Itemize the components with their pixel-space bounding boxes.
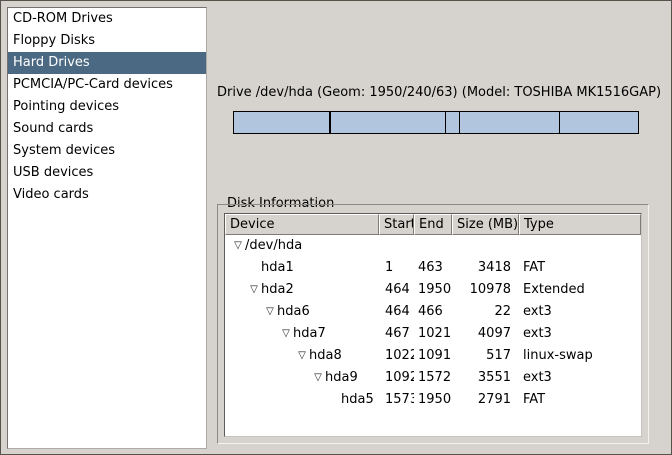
sidebar-item-system-devices[interactable]: System devices — [8, 140, 206, 162]
column-header-size[interactable]: Size (MB) — [452, 214, 519, 235]
column-header-start[interactable]: Start — [379, 214, 414, 235]
end-cell: 1950 — [414, 389, 452, 411]
drive-title: Drive /dev/hda (Geom: 1950/240/63) (Mode… — [217, 85, 649, 100]
end-cell: 1091 — [414, 345, 452, 367]
sidebar-item-hard-drives[interactable]: Hard Drives — [8, 52, 206, 74]
start-cell: 1573 — [379, 389, 414, 411]
device-cell: ▽hda2 — [225, 279, 379, 301]
device-label: hda8 — [309, 345, 342, 367]
column-header-end[interactable]: End — [414, 214, 452, 235]
end-cell: 466 — [414, 301, 452, 323]
sidebar-item-pcmcia-devices[interactable]: PCMCIA/PC-Card devices — [8, 74, 206, 96]
table-row[interactable]: ▽hda7 467 1021 4097 ext3 — [225, 323, 641, 345]
table-row[interactable]: hda1 1 463 3418 FAT — [225, 257, 641, 279]
device-label: hda1 — [261, 257, 294, 279]
size-cell: 10978 — [452, 279, 519, 301]
device-label: /dev/hda — [245, 235, 302, 257]
end-cell: 1572 — [414, 367, 452, 389]
partition-segment-hda5 — [560, 112, 638, 133]
device-label: hda6 — [277, 301, 310, 323]
expander-icon[interactable]: ▽ — [311, 367, 325, 389]
type-cell: linux-swap — [519, 345, 641, 367]
sidebar-item-floppy-disks[interactable]: Floppy Disks — [8, 30, 206, 52]
expander-icon[interactable]: ▽ — [247, 279, 261, 301]
device-cell: ▽hda7 — [225, 323, 379, 345]
size-cell: 4097 — [452, 323, 519, 345]
size-cell: 517 — [452, 345, 519, 367]
end-cell — [414, 235, 452, 257]
device-cell: ▽hda9 — [225, 367, 379, 389]
device-category-list: CD-ROM Drives Floppy Disks Hard Drives P… — [7, 7, 207, 449]
sidebar-item-sound-cards[interactable]: Sound cards — [8, 118, 206, 140]
device-cell: hda5 — [225, 389, 379, 411]
device-label: hda9 — [325, 367, 358, 389]
start-cell: 1022 — [379, 345, 414, 367]
sidebar-item-video-cards[interactable]: Video cards — [8, 184, 206, 206]
start-cell: 1 — [379, 257, 414, 279]
size-cell: 2791 — [452, 389, 519, 411]
expander-icon[interactable]: ▽ — [295, 345, 309, 367]
end-cell: 1021 — [414, 323, 452, 345]
device-label: hda7 — [293, 323, 326, 345]
table-row[interactable]: ▽hda9 1092 1572 3551 ext3 — [225, 367, 641, 389]
sidebar-item-usb-devices[interactable]: USB devices — [8, 162, 206, 184]
end-cell: 1950 — [414, 279, 452, 301]
size-cell — [452, 235, 519, 257]
size-cell: 3418 — [452, 257, 519, 279]
device-cell: hda1 — [225, 257, 379, 279]
start-cell: 467 — [379, 323, 414, 345]
table-row[interactable]: ▽hda8 1022 1091 517 linux-swap — [225, 345, 641, 367]
device-label: hda5 — [341, 389, 374, 411]
device-label: hda2 — [261, 279, 294, 301]
size-cell: 3551 — [452, 367, 519, 389]
column-header-type[interactable]: Type — [519, 214, 641, 235]
type-cell: FAT — [519, 257, 641, 279]
start-cell: 1092 — [379, 367, 414, 389]
table-row[interactable]: ▽/dev/hda — [225, 235, 641, 257]
table-header: Device Start End Size (MB) Type — [225, 214, 641, 235]
partition-segment-hda9 — [460, 112, 560, 133]
start-cell: 464 — [379, 279, 414, 301]
device-cell: ▽hda6 — [225, 301, 379, 323]
partition-segment-hda8 — [446, 112, 460, 133]
column-header-device[interactable]: Device — [225, 214, 379, 235]
table-row[interactable]: ▽hda6 464 466 22 ext3 — [225, 301, 641, 323]
type-cell: FAT — [519, 389, 641, 411]
device-cell: ▽/dev/hda — [225, 235, 379, 257]
end-cell: 463 — [414, 257, 452, 279]
partition-segment-hda1 — [234, 112, 330, 133]
sidebar-item-cdrom-drives[interactable]: CD-ROM Drives — [8, 8, 206, 30]
type-cell: ext3 — [519, 301, 641, 323]
type-cell: ext3 — [519, 367, 641, 389]
start-cell: 464 — [379, 301, 414, 323]
type-cell: ext3 — [519, 323, 641, 345]
size-cell: 22 — [452, 301, 519, 323]
partition-table: Device Start End Size (MB) Type ▽/dev/hd… — [224, 213, 642, 437]
expander-icon[interactable]: ▽ — [263, 301, 277, 323]
sidebar-item-pointing-devices[interactable]: Pointing devices — [8, 96, 206, 118]
type-cell: Extended — [519, 279, 641, 301]
start-cell — [379, 235, 414, 257]
partition-segment-hda7 — [331, 112, 446, 133]
hardware-browser-window: CD-ROM Drives Floppy Disks Hard Drives P… — [0, 0, 672, 455]
disk-information-frame: Device Start End Size (MB) Type ▽/dev/hd… — [217, 204, 649, 444]
table-row[interactable]: hda5 1573 1950 2791 FAT — [225, 389, 641, 411]
expander-icon[interactable]: ▽ — [279, 323, 293, 345]
expander-icon[interactable]: ▽ — [231, 235, 245, 257]
table-row[interactable]: ▽hda2 464 1950 10978 Extended — [225, 279, 641, 301]
type-cell — [519, 235, 641, 257]
partition-bar — [233, 111, 639, 134]
device-cell: ▽hda8 — [225, 345, 379, 367]
